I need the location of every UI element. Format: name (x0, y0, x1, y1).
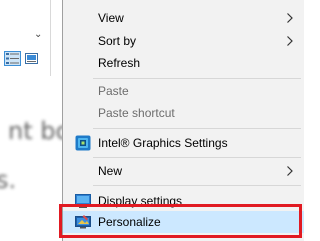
submenu-arrow-icon (287, 36, 293, 46)
menu-item-new[interactable]: New (63, 160, 304, 182)
menu-item-paste[interactable]: Paste (63, 80, 304, 102)
view-mode-buttons (4, 51, 40, 66)
display-settings-icon (75, 194, 91, 208)
menu-item-intel-graphics-settings[interactable]: Intel® Graphics Settings (63, 132, 304, 154)
menu-item-label: Display settings (98, 194, 183, 208)
menu-item-label: New (98, 164, 123, 178)
menu-item-paste-shortcut[interactable]: Paste shortcut (63, 102, 304, 124)
blurred-background-text: s. (0, 166, 17, 194)
menu-item-label: Personalize (98, 215, 161, 229)
intel-graphics-icon (75, 135, 91, 151)
personalize-icon (75, 215, 91, 229)
menu-item-label: Refresh (98, 56, 141, 70)
menu-separator (93, 157, 301, 158)
menu-item-label: Paste (98, 84, 129, 98)
menu-item-view[interactable]: View (63, 7, 304, 29)
explorer-window-fragment: ⌄ (0, 0, 51, 76)
menu-separator (93, 185, 301, 186)
details-view-icon[interactable] (4, 51, 21, 66)
large-icons-view-icon[interactable] (23, 51, 40, 66)
menu-item-label: Paste shortcut (98, 106, 175, 120)
submenu-arrow-icon (287, 13, 293, 23)
menu-separator (93, 128, 301, 129)
menu-item-label: Sort by (98, 34, 137, 48)
submenu-arrow-icon (287, 166, 293, 176)
scroll-down-arrow-icon[interactable]: ⌄ (34, 30, 42, 40)
menu-item-refresh[interactable]: Refresh (63, 52, 304, 74)
blurred-background-text: nt bo (8, 117, 71, 145)
menu-item-sort-by[interactable]: Sort by (63, 30, 304, 52)
menu-item-label: Intel® Graphics Settings (98, 136, 228, 150)
menu-separator (93, 78, 301, 79)
menu-item-label: View (98, 11, 124, 25)
menu-item-display-settings[interactable]: Display settings (63, 190, 304, 212)
menu-item-personalize[interactable]: Personalize (63, 211, 304, 233)
desktop-context-menu: View Sort by Refresh Paste Paste shortcu… (62, 0, 304, 241)
